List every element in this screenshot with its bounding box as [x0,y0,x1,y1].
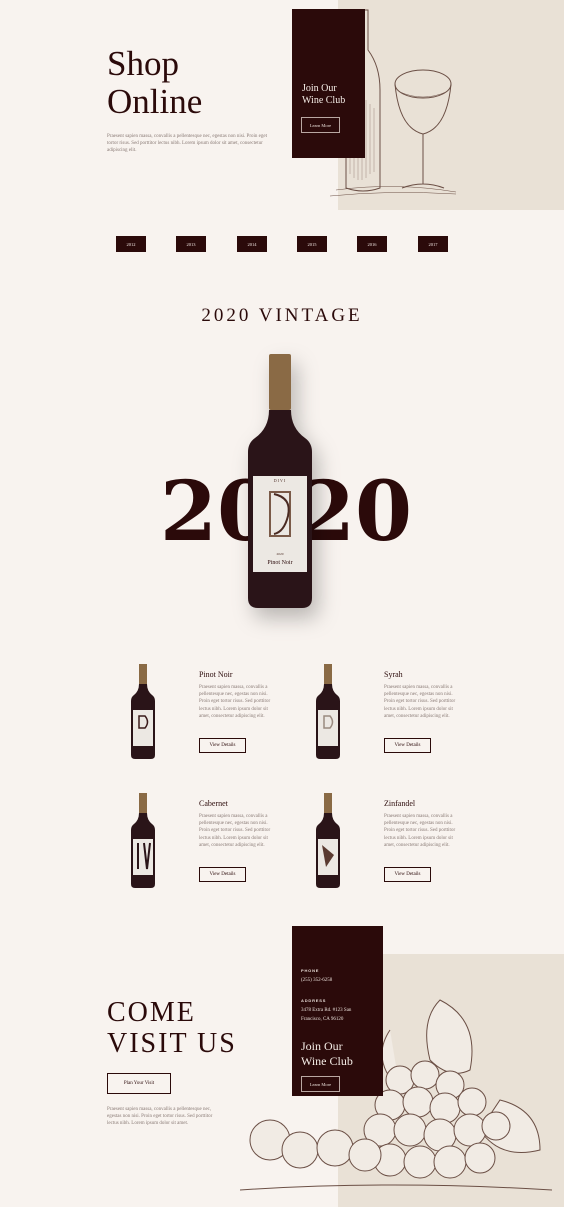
year-button-2017[interactable]: 2017 [418,236,448,252]
address-label: ADDRESS [301,998,327,1003]
year-button-2012[interactable]: 2012 [116,236,146,252]
year-button-2015[interactable]: 2015 [297,236,327,252]
phone-label: PHONE [301,968,320,973]
learn-more-button[interactable]: Learn More [301,117,340,133]
year-button-2016[interactable]: 2016 [357,236,387,252]
year-button-2013[interactable]: 2013 [176,236,206,252]
bottle-icon [316,664,340,759]
bottle-icon [131,793,155,888]
phone-value: (255) 352-6258 [301,978,333,983]
wine-description: Praesent sapien massa, convallis a pelle… [384,685,456,719]
view-details-button[interactable]: View Details [199,738,246,753]
visit-title: COME VISIT US [107,997,237,1059]
grapes-illustration [240,999,552,1191]
wine-club-card: Join Our Wine Club Learn More [292,9,365,158]
bottle-icon [316,793,340,888]
hero-body-text: Praesent sapien massa, convallis a pelle… [107,134,267,154]
wine-club-title: Join Our Wine Club [302,83,346,106]
wine-title: Pinot Noir [199,670,233,679]
plan-your-visit-button[interactable]: Plan Your Visit [107,1073,171,1094]
year-selector: 2012 2013 2014 2015 2016 2017 [116,236,448,252]
year-button-2014[interactable]: 2014 [237,236,267,252]
label-year: 2020 [276,552,284,556]
wine-title: Cabernet [199,799,228,808]
wine-card-pinot-noir: Pinot Noir Praesent sapien massa, conval… [130,662,280,759]
wine-description: Praesent sapien massa, convallis a pelle… [384,814,456,848]
view-details-button[interactable]: View Details [384,738,431,753]
hero-title: Shop Online [107,44,203,121]
wine-description: Praesent sapien massa, convallis a pelle… [199,685,271,719]
wine-card-zinfandel: Zinfandel Praesent sapien massa, convall… [315,791,465,888]
view-details-button[interactable]: View Details [384,867,431,882]
wine-description: Praesent sapien massa, convallis a pelle… [199,814,271,848]
label-brand: DIVI [273,478,287,483]
view-details-button[interactable]: View Details [199,867,246,882]
contact-club-card: PHONE (255) 352-6258 ADDRESS 3478 Extra … [292,926,383,1096]
vintage-heading: 2020 VINTAGE [201,305,363,326]
wine-title: Zinfandel [384,799,416,808]
visit-body-text: Praesent sapien massa, convallis a pelle… [107,1107,213,1127]
vintage-bottle: DIVI 2020 Pinot Noir [248,354,312,608]
label-name: Pinot Noir [267,560,293,566]
bottle-icon [131,664,155,759]
wine-card-cabernet: Cabernet Praesent sapien massa, convalli… [130,791,280,888]
wine-title: Syrah [384,670,403,679]
vintage-big-year-right: 20 [298,464,413,560]
learn-more-button[interactable]: Learn More [301,1076,340,1092]
wine-card-syrah: Syrah Praesent sapien massa, convallis a… [315,662,465,759]
address-line1: 3478 Extra Rd. #123 San [301,1008,352,1013]
address-line2: Francisco, CA 96120 [301,1017,344,1022]
wine-club-title: Join Our Wine Club [301,1039,353,1068]
